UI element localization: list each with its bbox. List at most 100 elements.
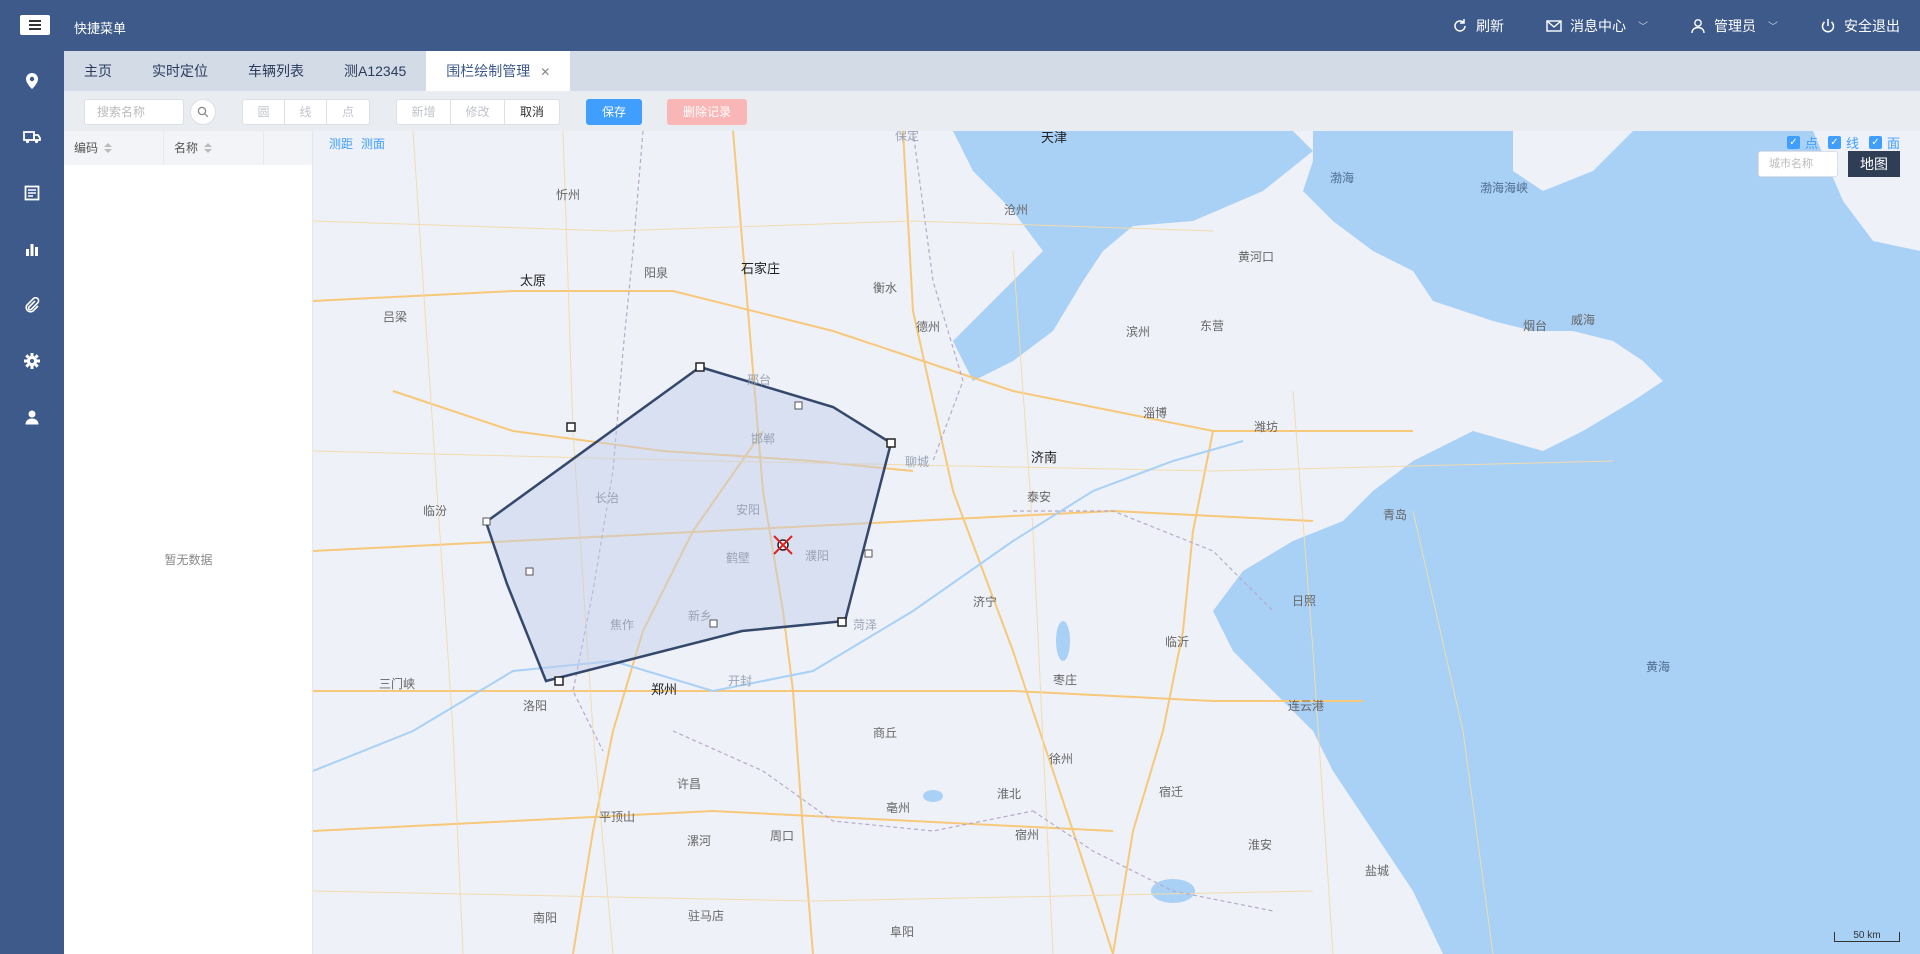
tab-home[interactable]: 主页 <box>64 51 132 91</box>
tab-label: 测A12345 <box>344 63 407 79</box>
location-icon[interactable] <box>20 69 44 93</box>
map-canvas[interactable]: 天津 渤海 渤海海峡 保定 忻州 沧州 石家庄 阳泉 太原 黄河口 衡水 吕梁 德州 滨州 东营 烟台 威海 邢台… <box>313 131 1920 954</box>
map-city-label: 渤海海峡 <box>1480 181 1529 195</box>
map-city-label: 郑州 <box>651 682 678 697</box>
map-city-label: 商丘 <box>873 726 898 740</box>
layer-line-checkbox[interactable]: ✓ 线 <box>1827 133 1859 152</box>
message-center-button[interactable]: 消息中心 ﹀ <box>1546 16 1648 36</box>
logout-label: 安全退出 <box>1844 17 1900 34</box>
measure-distance-button[interactable]: 测距 <box>329 135 353 152</box>
layer-label: 点 <box>1804 136 1818 151</box>
column-name-header[interactable]: 名称 <box>164 131 264 165</box>
sort-icon[interactable] <box>104 143 113 153</box>
map-city-label: 邢台 <box>747 373 772 387</box>
map-city-label: 菏泽 <box>853 618 878 632</box>
map-city-label: 邯郸 <box>751 432 776 446</box>
search-input[interactable] <box>84 99 184 125</box>
map-city-label: 石家庄 <box>741 261 781 276</box>
map-city-label: 三门峡 <box>379 677 416 691</box>
layer-toggles: ✓ 点 ✓ 线 ✓ 面 <box>1786 133 1900 152</box>
map-city-label: 周口 <box>770 829 795 843</box>
tab-vehicle-list[interactable]: 车辆列表 <box>228 51 324 91</box>
measure-area-button[interactable]: 测面 <box>361 135 385 152</box>
checkbox-checked-icon: ✓ <box>1827 136 1841 149</box>
search-icon <box>197 106 209 118</box>
checkbox-checked-icon: ✓ <box>1786 136 1800 149</box>
sort-icon[interactable] <box>204 143 213 153</box>
message-center-label: 消息中心 <box>1570 17 1626 34</box>
column-label: 名称 <box>174 141 199 155</box>
map-city-label: 渤海 <box>1330 171 1355 185</box>
map-city-label: 济宁 <box>973 595 998 609</box>
map-city-label: 洛阳 <box>523 699 548 713</box>
map-scale-bar: 50 km <box>1834 931 1900 942</box>
chart-icon[interactable] <box>20 237 44 261</box>
map-city-label: 南阳 <box>533 911 558 925</box>
city-search-input[interactable] <box>1758 151 1838 177</box>
layer-label: 面 <box>1886 136 1900 151</box>
column-label: 编码 <box>74 141 99 155</box>
map-city-label: 太原 <box>520 273 547 288</box>
empty-state-text: 暂无数据 <box>164 553 213 567</box>
map-city-label: 吕梁 <box>383 310 408 324</box>
table-header: 编码 名称 <box>64 131 312 165</box>
refresh-icon <box>1454 18 1466 32</box>
cancel-button[interactable]: 取消 <box>505 100 559 124</box>
mail-icon <box>1546 19 1562 32</box>
map-city-label: 淮安 <box>1248 838 1273 852</box>
tab-realtime-location[interactable]: 实时定位 <box>132 51 228 91</box>
map-city-label: 沧州 <box>1004 203 1029 217</box>
map-city-label: 连云港 <box>1288 699 1325 713</box>
toolbar: 圆 线 点 新增 修改 取消 保存 删除记录 <box>64 91 1920 131</box>
column-code-header[interactable]: 编码 <box>64 131 164 165</box>
map-measure-tools: 测距 测面 <box>329 135 385 152</box>
map-type-button[interactable]: 地图 <box>1848 151 1900 177</box>
map-city-label: 阳泉 <box>644 266 669 280</box>
delete-record-button[interactable]: 删除记录 <box>667 99 747 125</box>
sidebar <box>0 51 64 954</box>
attachment-icon[interactable] <box>20 293 44 317</box>
search-button[interactable] <box>190 99 216 125</box>
shape-point-button[interactable]: 点 <box>327 100 369 124</box>
map-city-label: 阜阳 <box>890 925 915 939</box>
tab-label: 车辆列表 <box>248 63 304 79</box>
shape-circle-button[interactable]: 圆 <box>243 100 285 124</box>
close-icon[interactable]: ✕ <box>540 65 550 79</box>
fence-list-panel: 编码 名称 暂无数据 <box>64 131 313 954</box>
map-city-label: 临沂 <box>1165 635 1190 649</box>
quick-menu-label[interactable]: 快捷菜单 <box>74 18 126 37</box>
menu-toggle-button[interactable] <box>20 15 50 35</box>
map-city-label: 徐州 <box>1049 752 1074 766</box>
map-city-label: 天津 <box>1041 131 1068 145</box>
add-button[interactable]: 新增 <box>397 100 451 124</box>
refresh-button[interactable]: 刷新 <box>1452 16 1504 36</box>
edit-button[interactable]: 修改 <box>451 100 505 124</box>
map-city-label: 烟台 <box>1523 319 1548 333</box>
map-city-label: 淄博 <box>1143 406 1168 420</box>
map-city-label: 淮北 <box>997 787 1022 801</box>
map-city-label: 驻马店 <box>688 909 725 923</box>
map-city-label: 安阳 <box>736 503 761 517</box>
user-icon[interactable] <box>20 405 44 429</box>
shape-line-button[interactable]: 线 <box>285 100 327 124</box>
map-city-label: 青岛 <box>1383 508 1408 522</box>
report-icon[interactable] <box>20 181 44 205</box>
refresh-label: 刷新 <box>1476 17 1504 34</box>
chevron-down-icon: ﹀ <box>1768 22 1778 33</box>
gear-icon[interactable] <box>20 349 44 373</box>
map-city-label: 衡水 <box>873 281 898 295</box>
hamburger-icon <box>29 24 41 26</box>
map-city-label: 平顶山 <box>599 810 636 824</box>
tab-fence-management[interactable]: 围栏绘制管理 ✕ <box>426 51 571 91</box>
save-button[interactable]: 保存 <box>586 99 642 125</box>
layer-point-checkbox[interactable]: ✓ 点 <box>1786 133 1818 152</box>
layer-label: 线 <box>1845 136 1859 151</box>
map-city-label: 许昌 <box>677 777 702 791</box>
top-bar: 快捷菜单 刷新 消息中心 ﹀ 管理员 ﹀ 安全退出 <box>0 0 1920 51</box>
user-menu[interactable]: 管理员 ﹀ <box>1690 16 1778 36</box>
layer-area-checkbox[interactable]: ✓ 面 <box>1868 133 1900 152</box>
tab-vehicle-detail[interactable]: 测A12345 <box>324 51 426 91</box>
truck-icon[interactable] <box>20 125 44 149</box>
logout-button[interactable]: 安全退出 <box>1820 16 1900 36</box>
tab-label: 围栏绘制管理 <box>446 63 531 79</box>
